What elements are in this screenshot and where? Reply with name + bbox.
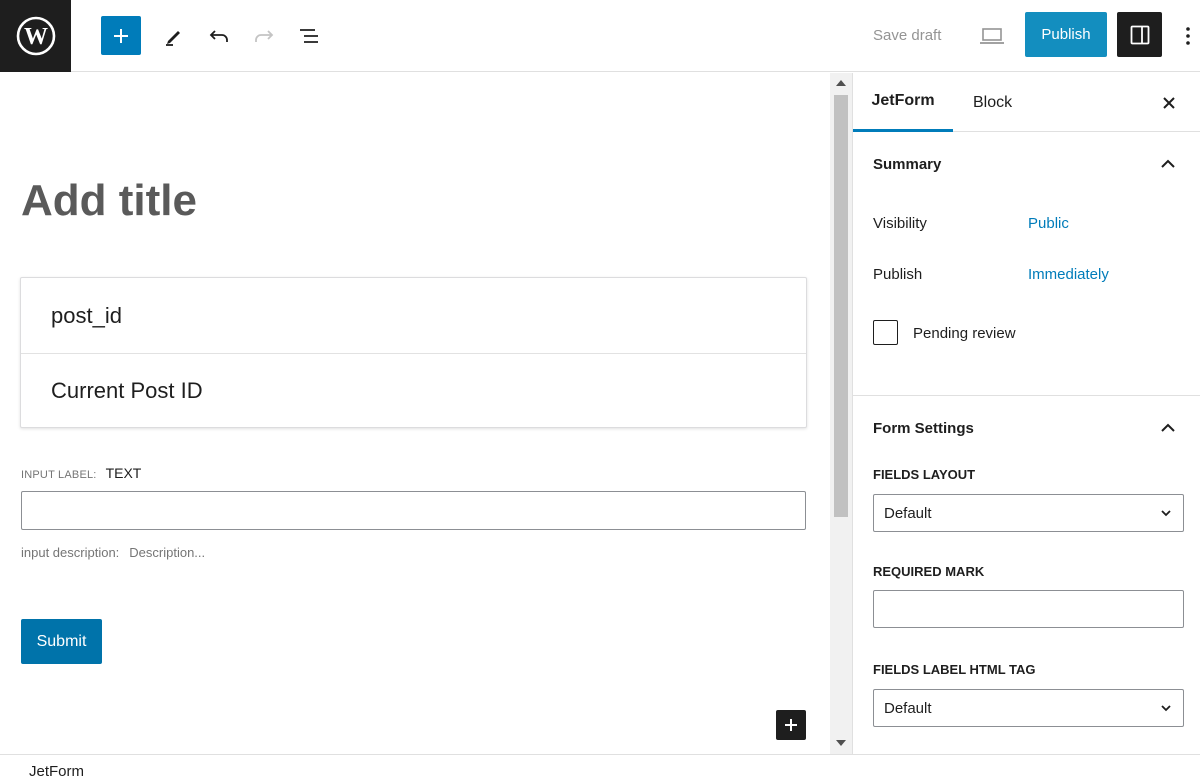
sidebar-toggle-icon bbox=[1130, 25, 1149, 44]
input-label-value[interactable]: TEXT bbox=[106, 465, 142, 481]
settings-sidebar: JetForm Block Summary Visibility Public … bbox=[852, 73, 1200, 754]
tools-button[interactable] bbox=[156, 16, 192, 56]
plus-icon bbox=[114, 28, 128, 43]
post-title-input[interactable]: Add title bbox=[21, 176, 197, 226]
scroll-up-arrow-icon[interactable] bbox=[836, 80, 846, 86]
visibility-label: Visibility bbox=[873, 215, 927, 232]
close-sidebar-button[interactable] bbox=[1157, 91, 1181, 115]
chevron-up-icon bbox=[1161, 423, 1175, 432]
input-description-row: input description: Description... bbox=[21, 545, 205, 560]
label-tag-select[interactable]: Default bbox=[873, 689, 1184, 727]
breadcrumb-jetform[interactable]: JetForm bbox=[29, 763, 84, 780]
field-source-block[interactable]: post_id Current Post ID bbox=[20, 277, 807, 428]
visibility-link[interactable]: Public bbox=[1028, 215, 1069, 232]
pending-review-label[interactable]: Pending review bbox=[913, 325, 1016, 342]
text-field-input[interactable] bbox=[21, 491, 806, 530]
scroll-down-arrow-icon[interactable] bbox=[836, 740, 846, 746]
fields-layout-value: Default bbox=[884, 504, 932, 522]
pending-review-checkbox[interactable] bbox=[873, 320, 898, 345]
input-description-value[interactable]: Description... bbox=[129, 545, 205, 560]
svg-text:W: W bbox=[24, 24, 48, 50]
source-row-name[interactable]: post_id bbox=[21, 278, 806, 353]
editor-canvas: Add title post_id Current Post ID INPUT … bbox=[0, 73, 830, 754]
form-settings-panel-title[interactable]: Form Settings bbox=[873, 420, 974, 437]
undo-icon bbox=[209, 30, 228, 42]
required-mark-input[interactable] bbox=[873, 590, 1184, 628]
close-icon bbox=[1163, 97, 1175, 109]
panel-divider bbox=[853, 395, 1200, 396]
pencil-icon bbox=[166, 31, 180, 46]
redo-button[interactable] bbox=[246, 16, 282, 56]
redo-icon bbox=[255, 30, 274, 42]
tab-block[interactable]: Block bbox=[973, 73, 1012, 132]
publish-label: Publish bbox=[873, 266, 923, 283]
save-draft-button[interactable]: Save draft bbox=[873, 27, 941, 44]
vertical-ellipsis-icon bbox=[1186, 27, 1190, 45]
preview-button[interactable] bbox=[976, 20, 1008, 52]
chevron-up-icon bbox=[1161, 159, 1175, 168]
block-breadcrumb-bar: JetForm bbox=[0, 754, 1200, 780]
scrollbar-thumb[interactable] bbox=[834, 95, 848, 517]
editor-scrollbar[interactable] bbox=[830, 73, 852, 754]
label-tag-label: FIELDS LABEL HTML TAG bbox=[873, 662, 1036, 677]
list-view-icon bbox=[300, 29, 318, 43]
source-row-value[interactable]: Current Post ID bbox=[21, 353, 806, 428]
publish-button[interactable]: Publish bbox=[1025, 12, 1107, 57]
form-settings-collapse-button[interactable] bbox=[1158, 417, 1178, 437]
chevron-down-icon bbox=[1161, 510, 1171, 517]
plus-icon bbox=[785, 719, 797, 731]
submit-button[interactable]: Submit bbox=[21, 619, 102, 664]
label-tag-value: Default bbox=[884, 699, 932, 717]
add-block-button[interactable] bbox=[776, 710, 806, 740]
fields-layout-label: FIELDS LAYOUT bbox=[873, 467, 976, 482]
required-mark-label: REQUIRED MARK bbox=[873, 564, 985, 579]
tab-jetform[interactable]: JetForm bbox=[853, 73, 953, 132]
settings-toggle-button[interactable] bbox=[1117, 12, 1162, 57]
summary-panel-title[interactable]: Summary bbox=[873, 156, 941, 173]
fields-layout-select[interactable]: Default bbox=[873, 494, 1184, 532]
undo-button[interactable] bbox=[201, 16, 237, 56]
block-inserter-button[interactable] bbox=[101, 16, 141, 55]
publish-date-link[interactable]: Immediately bbox=[1028, 266, 1109, 283]
input-label-key: INPUT LABEL: bbox=[21, 469, 97, 481]
list-view-button[interactable] bbox=[291, 16, 327, 56]
input-label-row: INPUT LABEL: TEXT bbox=[21, 465, 141, 481]
chevron-down-icon bbox=[1161, 705, 1171, 712]
input-description-key: input description: bbox=[21, 545, 120, 560]
editor-header: W Save draft Publish bbox=[0, 0, 1200, 72]
more-options-button[interactable] bbox=[1176, 20, 1200, 52]
wordpress-logo-icon[interactable]: W bbox=[0, 0, 71, 72]
laptop-icon bbox=[980, 28, 1004, 44]
summary-collapse-button[interactable] bbox=[1158, 153, 1178, 173]
sidebar-tabs: JetForm Block bbox=[853, 73, 1200, 132]
